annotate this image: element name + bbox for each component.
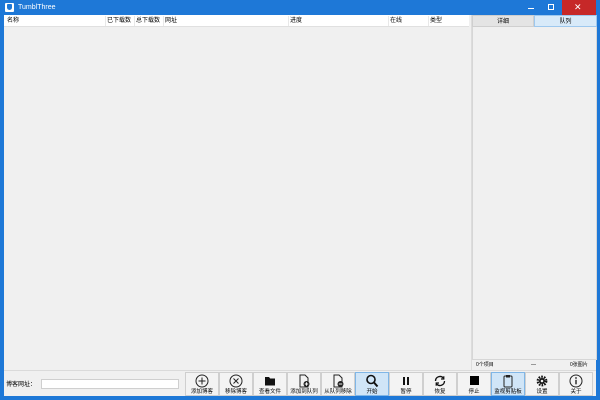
- clipboard-icon: [503, 375, 513, 388]
- about-button[interactable]: 关于: [559, 372, 593, 396]
- queue-list[interactable]: [472, 27, 597, 360]
- maximize-button[interactable]: [541, 0, 561, 15]
- stop-button[interactable]: 停止: [457, 372, 491, 396]
- monitor-clipboard-button[interactable]: 监视剪贴板: [491, 372, 525, 396]
- column-separator[interactable]: [428, 16, 429, 26]
- queue-separator: —: [531, 362, 536, 368]
- title-bar[interactable]: TumblThree ✕: [0, 0, 600, 15]
- tab-queue[interactable]: 队列: [534, 15, 597, 27]
- remove-blog-button[interactable]: 移除博客: [219, 372, 253, 396]
- queue-images-count: 0张图片: [570, 362, 588, 368]
- document-add-icon: [299, 374, 310, 388]
- column-header-progress[interactable]: 进度: [290, 17, 302, 25]
- resume-label: 恢复: [434, 389, 446, 395]
- refresh-icon: [434, 375, 446, 387]
- tab-details[interactable]: 详细: [472, 15, 534, 27]
- plus-circle-icon: [195, 374, 209, 388]
- blog-url-input[interactable]: [41, 379, 179, 389]
- about-label: 关于: [570, 389, 582, 395]
- close-icon: ✕: [574, 2, 582, 12]
- resume-button[interactable]: 恢复: [423, 372, 457, 396]
- column-separator[interactable]: [163, 16, 164, 26]
- column-separator[interactable]: [105, 16, 106, 26]
- document-remove-icon: [333, 374, 344, 388]
- blog-list-header: 名称 已下载数 总下载数 网址 进度 在线 类型: [4, 15, 469, 27]
- column-header-online[interactable]: 在线: [390, 17, 402, 25]
- column-header-type[interactable]: 类型: [430, 17, 442, 25]
- add-to-queue-button[interactable]: 添加到队列: [287, 372, 321, 396]
- pause-button[interactable]: 暂停: [389, 372, 423, 396]
- settings-button[interactable]: 设置: [525, 372, 559, 396]
- remove-blog-label: 移除博客: [224, 389, 247, 395]
- blog-list[interactable]: 名称 已下载数 总下载数 网址 进度 在线 类型: [4, 15, 469, 370]
- stop-icon: [470, 376, 479, 385]
- settings-label: 设置: [536, 389, 548, 395]
- view-files-label: 查看文件: [258, 389, 281, 395]
- start-button[interactable]: 开始: [355, 372, 389, 396]
- x-circle-icon: [229, 374, 243, 388]
- view-files-button[interactable]: 查看文件: [253, 372, 287, 396]
- remove-from-queue-button[interactable]: 从队列移除: [321, 372, 355, 396]
- column-header-downloaded[interactable]: 已下载数: [107, 17, 131, 25]
- start-label: 开始: [366, 389, 378, 395]
- add-blog-button[interactable]: 添加博客: [185, 372, 219, 396]
- minimize-icon: [528, 8, 534, 9]
- column-header-url[interactable]: 网址: [165, 17, 177, 25]
- main-content: 名称 已下载数 总下载数 网址 进度 在线 类型 详细 队列 0个项目 — 0张…: [4, 15, 597, 396]
- app-window: TumblThree ✕ 名称 已下载数 总下载数 网址 进度 在线 类型 详细…: [0, 0, 600, 400]
- column-header-total[interactable]: 总下载数: [136, 17, 160, 25]
- add-blog-label: 添加博客: [190, 389, 213, 395]
- column-separator[interactable]: [134, 16, 135, 26]
- column-separator[interactable]: [288, 16, 289, 26]
- folder-icon: [265, 377, 275, 386]
- column-separator[interactable]: [388, 16, 389, 26]
- remove-from-queue-label: 从队列移除: [324, 389, 352, 395]
- side-panel: 详细 队列 0个项目 — 0张图片: [471, 15, 597, 370]
- window-title: TumblThree: [18, 4, 56, 11]
- pause-label: 暂停: [400, 389, 412, 395]
- column-header-name[interactable]: 名称: [7, 17, 19, 25]
- queue-status-bar: 0个项目 — 0张图片: [472, 360, 597, 370]
- info-icon: [569, 374, 583, 388]
- minimize-button[interactable]: [521, 0, 541, 15]
- app-logo-icon: [5, 3, 14, 12]
- pause-icon: [403, 377, 409, 385]
- maximize-icon: [548, 4, 554, 10]
- close-button[interactable]: ✕: [562, 0, 596, 15]
- monitor-clipboard-label: 监视剪贴板: [494, 389, 522, 395]
- add-to-queue-label: 添加到队列: [290, 389, 318, 395]
- side-panel-tabs: 详细 队列: [472, 15, 597, 27]
- magnifier-icon: [366, 374, 379, 388]
- gear-icon: [536, 375, 548, 387]
- bottom-toolbar: 博客网址： 添加博客 移除博客 查看文件 添加到队列 从队列移除 开始 暂停 恢…: [4, 370, 596, 396]
- stop-label: 停止: [468, 389, 480, 395]
- blog-url-label: 博客网址：: [6, 382, 37, 388]
- queue-items-count: 0个项目: [476, 362, 494, 368]
